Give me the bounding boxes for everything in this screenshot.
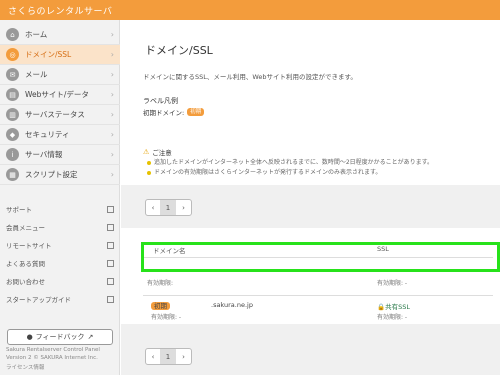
notice-text: ドメインの有効期限はさくらインターネットが発行するドメインのみ表示されます。 <box>154 169 382 176</box>
sidebar-item-server-status[interactable]: ▥ サーバステータス › <box>0 105 120 125</box>
warning-icon: ⚠ <box>143 148 150 156</box>
external-link-icon <box>107 241 114 249</box>
license-link[interactable]: ライセンス情報 <box>6 364 116 372</box>
page-number-button[interactable]: 1 <box>161 200 176 215</box>
main-content: ドメイン/SSL ドメインに関するSSL、メール利用、Webサイト利用の設定がで… <box>121 20 500 375</box>
pagination-bottom: ‹ 1 › <box>145 348 192 365</box>
bullet-icon <box>147 170 151 175</box>
folder-icon: ▤ <box>6 88 19 101</box>
server-icon: ▥ <box>6 108 19 121</box>
sidebar-item-label: サーバ情報 <box>25 150 63 159</box>
external-link-icon: ↗ <box>87 333 94 341</box>
domain-expiry: 有効期限: <box>147 280 174 287</box>
feedback-button[interactable]: ● フィードバック ↗ <box>7 329 113 345</box>
lock-icon: ◆ <box>6 128 19 141</box>
notice-line: ドメインの有効期限はさくらインターネットが発行するドメインのみ表示されます。 <box>147 167 381 176</box>
chevron-right-icon: › <box>110 110 114 119</box>
external-link-icon <box>107 259 114 267</box>
link-label: サポート <box>6 206 32 214</box>
next-page-button[interactable]: › <box>176 349 191 364</box>
sidebar-link-support[interactable]: サポート <box>6 202 114 216</box>
initial-domain-badge: 初期 <box>187 108 205 116</box>
home-icon: ⌂ <box>6 28 19 41</box>
chevron-right-icon: › <box>110 150 114 159</box>
sidebar-item-label: ホーム <box>25 30 48 39</box>
sidebar-link-remote-site[interactable]: リモートサイト <box>6 238 114 252</box>
link-label: お問い合わせ <box>6 278 45 286</box>
ssl-expiry: 有効期限: - <box>377 280 408 287</box>
domain-expiry: 有効期限: - <box>151 314 182 321</box>
page-description: ドメインに関するSSL、メール利用、Webサイト利用の設定ができます。 <box>143 73 357 81</box>
sidebar-item-script-settings[interactable]: ▦ スクリプト設定 › <box>0 165 120 185</box>
sidebar-item-label: セキュリティ <box>25 130 70 139</box>
sidebar-item-label: ドメイン/SSL <box>25 50 72 59</box>
initial-domain-badge: 初期 <box>151 302 170 310</box>
notice-line: 追加したドメインがインターネット全体へ反映されるまでに、数時間〜2日程度かかるこ… <box>147 157 433 166</box>
top-bar: さくらのレンタルサーバ <box>0 0 500 20</box>
link-label: よくある質問 <box>6 260 45 268</box>
footer-product: Sakura Rentalserver Control Panel <box>6 347 100 353</box>
external-link-icon <box>107 205 114 213</box>
sidebar-item-label: Webサイト/データ <box>25 90 89 99</box>
ssl-label: 共有SSL <box>385 303 410 311</box>
mail-icon: ✉ <box>6 68 19 81</box>
sidebar-link-contact[interactable]: お問い合わせ <box>6 274 114 288</box>
chevron-right-icon: › <box>110 70 114 79</box>
external-link-icon <box>107 277 114 285</box>
sidebar-item-server-info[interactable]: i サーバ情報 › <box>0 145 120 165</box>
pager-band-bottom: ‹ 1 › <box>121 324 500 375</box>
legend-row: 初期ドメイン: 初期 <box>143 107 205 117</box>
sidebar-item-label: メール <box>25 70 48 79</box>
sidebar-item-label: スクリプト設定 <box>25 170 78 179</box>
sidebar-link-faq[interactable]: よくある質問 <box>6 256 114 270</box>
link-label: スタートアップガイド <box>6 296 71 304</box>
sidebar-link-member-menu[interactable]: 会員メニュー <box>6 220 114 234</box>
info-icon: i <box>6 148 19 161</box>
pagination-top: ‹ 1 › <box>145 199 192 216</box>
sidebar-item-home[interactable]: ⌂ ホーム › <box>0 25 120 45</box>
notice-title-row: ⚠ ご注意 <box>143 147 172 157</box>
sidebar-item-website-data[interactable]: ▤ Webサイト/データ › <box>0 85 120 105</box>
external-link-icon <box>107 223 114 231</box>
bullet-icon <box>147 160 151 165</box>
sidebar: ⌂ ホーム › ◎ ドメイン/SSL › ✉ メール › ▤ Webサイト/デー… <box>0 20 120 375</box>
page-title: ドメイン/SSL <box>145 44 213 57</box>
globe-icon: ◎ <box>6 48 19 61</box>
sidebar-item-mail[interactable]: ✉ メール › <box>0 65 120 85</box>
next-page-button[interactable]: › <box>176 200 191 215</box>
chevron-right-icon: › <box>110 90 114 99</box>
highlight-box <box>141 242 500 272</box>
legend-title: ラベル凡例 <box>143 97 178 105</box>
app-title: さくらのレンタルサーバ <box>8 7 113 17</box>
sidebar-item-label: サーバステータス <box>25 110 85 119</box>
prev-page-button[interactable]: ‹ <box>146 200 161 215</box>
feedback-label: フィードバック <box>35 333 85 341</box>
domain-name[interactable]: .sakura.ne.jp <box>211 301 253 309</box>
prev-page-button[interactable]: ‹ <box>146 349 161 364</box>
chat-icon: ● <box>26 333 33 341</box>
ssl-expiry: 有効期限: - <box>377 314 408 321</box>
link-label: リモートサイト <box>6 242 52 250</box>
ssl-status[interactable]: 🔒共有SSL <box>377 301 410 311</box>
notice-text: 追加したドメインがインターネット全体へ反映されるまでに、数時間〜2日程度かかるこ… <box>154 159 434 166</box>
sidebar-link-startup-guide[interactable]: スタートアップガイド <box>6 292 114 306</box>
chevron-right-icon: › <box>110 170 114 179</box>
notice-title: ご注意 <box>152 149 172 157</box>
sidebar-item-security[interactable]: ◆ セキュリティ › <box>0 125 120 145</box>
page-number-button[interactable]: 1 <box>161 349 176 364</box>
external-link-icon <box>107 295 114 303</box>
footer-copyright: Version 2 © SAKURA Internet Inc. <box>6 355 98 361</box>
row-divider <box>143 295 493 296</box>
chevron-right-icon: › <box>110 50 114 59</box>
legend-label: 初期ドメイン: <box>143 109 185 117</box>
sidebar-item-domain-ssl[interactable]: ◎ ドメイン/SSL › <box>0 45 120 65</box>
lock-icon: 🔒 <box>377 303 386 311</box>
pager-band-top: ‹ 1 › <box>121 185 500 228</box>
chevron-right-icon: › <box>110 30 114 39</box>
link-label: 会員メニュー <box>6 224 45 232</box>
script-icon: ▦ <box>6 168 19 181</box>
chevron-right-icon: › <box>110 130 114 139</box>
